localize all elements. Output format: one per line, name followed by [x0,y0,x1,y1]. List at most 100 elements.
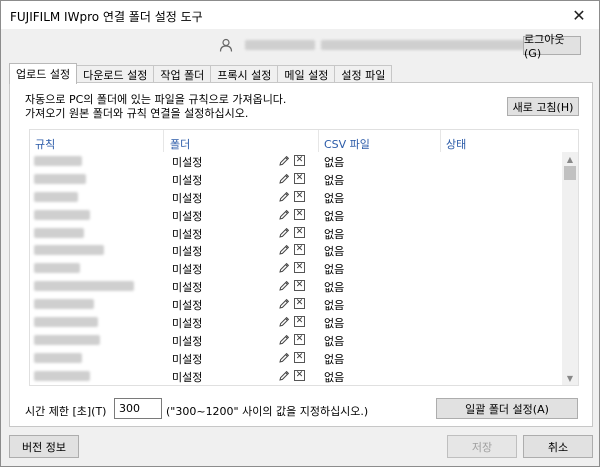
csv-cell: 없음 [324,352,345,366]
clear-folder-icon[interactable]: ✕ [294,226,305,238]
table-row[interactable]: 미설정 ✕ 없음 [30,224,564,242]
clear-folder-icon[interactable]: ✕ [294,208,305,220]
csv-cell: 없음 [324,173,345,187]
folder-cell: 미설정 [172,191,203,205]
rule-name-redacted [34,299,94,310]
edit-pencil-icon[interactable] [278,352,290,364]
table-row[interactable]: 미설정 ✕ 없음 [30,295,564,313]
rules-table: 규칙 폴더 CSV 파일 상태 미설정 ✕ 없음 미설정 ✕ 없음 미설정 ✕ 없음 미설정 ✕ 없음… [29,129,579,386]
column-header-folder[interactable]: 폴더 [170,136,190,152]
rule-name-redacted [34,245,104,256]
folder-cell: 미설정 [172,156,203,169]
description-line-2: 가져오기 원본 폴더와 규칙 연결을 설정하십시오. [25,107,249,120]
table-header: 규칙 폴더 CSV 파일 상태 [30,130,564,152]
folder-cell: 미설정 [172,227,203,241]
table-row[interactable]: 미설정 ✕ 없음 [30,331,564,349]
edit-pencil-icon[interactable] [278,262,290,274]
clear-folder-icon[interactable]: ✕ [294,316,305,328]
csv-cell: 없음 [324,317,345,331]
tab-upload-settings[interactable]: 업로드 설정 [9,63,78,84]
edit-pencil-icon[interactable] [278,316,290,328]
clear-folder-icon[interactable]: ✕ [294,298,305,310]
csv-cell: 없음 [324,299,345,313]
table-row[interactable]: 미설정 ✕ 없음 [30,241,564,259]
version-info-button[interactable]: 버전 정보 [9,435,79,458]
folder-cell: 미설정 [172,299,203,313]
time-limit-input[interactable] [114,398,162,419]
edit-pencil-icon[interactable] [278,298,290,310]
folder-cell: 미설정 [172,173,203,187]
clear-folder-icon[interactable]: ✕ [294,190,305,202]
table-row[interactable]: 미설정 ✕ 없음 [30,277,564,295]
csv-cell: 없음 [324,156,345,169]
csv-cell: 없음 [324,370,345,384]
folder-cell: 미설정 [172,370,203,384]
app-window: FUJIFILM IWpro 연결 폴더 설정 도구 ✕ 로그아웃(G) 업로드… [0,0,600,467]
rule-name-redacted [34,281,134,292]
edit-pencil-icon[interactable] [278,244,290,256]
rule-name-redacted [34,173,86,184]
cancel-button[interactable]: 취소 [523,435,593,458]
table-row[interactable]: 미설정 ✕ 없음 [30,259,564,277]
time-limit-label: 시간 제한 [초](T) [25,405,107,418]
rule-name-redacted [34,263,80,274]
column-header-status[interactable]: 상태 [446,136,466,152]
edit-pencil-icon[interactable] [278,173,290,185]
clear-folder-icon[interactable]: ✕ [294,351,305,363]
column-header-rule[interactable]: 규칙 [35,136,55,152]
scroll-down-icon[interactable]: ▼ [562,371,578,385]
time-limit-hint: ("300~1200" 사이의 값을 지정하십시오.) [166,405,369,418]
clear-folder-icon[interactable]: ✕ [294,280,305,292]
csv-cell: 없음 [324,227,345,241]
rule-name-redacted [34,334,100,345]
csv-cell: 없음 [324,245,345,259]
logout-button[interactable]: 로그아웃(G) [523,33,581,60]
scroll-up-icon[interactable]: ▲ [562,152,578,166]
edit-pencil-icon[interactable] [278,227,290,239]
clear-folder-icon[interactable]: ✕ [294,333,305,345]
table-row[interactable]: 미설정 ✕ 없음 [30,367,564,385]
edit-pencil-icon[interactable] [278,334,290,346]
edit-pencil-icon[interactable] [278,209,290,221]
clear-folder-icon[interactable]: ✕ [294,244,305,256]
table-row[interactable]: 미설정 ✕ 없음 [30,188,564,206]
rule-name-redacted [34,209,90,220]
column-header-csv[interactable]: CSV 파일 [324,136,370,152]
bulk-folder-setting-button[interactable]: 일괄 폴더 설정(A) [436,398,578,419]
clear-folder-icon[interactable]: ✕ [294,155,305,166]
folder-cell: 미설정 [172,317,203,331]
rule-name-redacted [34,227,84,238]
user-email-redacted [321,40,526,50]
folder-cell: 미설정 [172,245,203,259]
folder-cell: 미설정 [172,334,203,348]
clear-folder-icon[interactable]: ✕ [294,172,305,184]
table-row[interactable]: 미설정 ✕ 없음 [30,313,564,331]
table-rows: 미설정 ✕ 없음 미설정 ✕ 없음 미설정 ✕ 없음 미설정 ✕ 없음 미설정 ✕ 없음 미설정 ✕ 없음 미설정 ✕… [30,152,564,385]
folder-cell: 미설정 [172,263,203,277]
table-scrollbar[interactable]: ▲ ▼ [562,152,578,385]
clear-folder-icon[interactable]: ✕ [294,369,305,381]
save-button[interactable]: 저장 [447,435,517,458]
folder-cell: 미설정 [172,209,203,223]
table-row[interactable]: 미설정 ✕ 없음 [30,170,564,188]
csv-cell: 없음 [324,334,345,348]
window-title: FUJIFILM IWpro 연결 폴더 설정 도구 [10,10,203,24]
edit-pencil-icon[interactable] [278,370,290,382]
clear-folder-icon[interactable]: ✕ [294,262,305,274]
close-button[interactable]: ✕ [559,1,599,29]
user-name-redacted [245,40,315,50]
edit-pencil-icon[interactable] [278,280,290,292]
folder-cell: 미설정 [172,281,203,295]
user-icon [219,38,233,52]
rule-name-redacted [34,317,98,328]
edit-pencil-icon[interactable] [278,155,290,167]
edit-pencil-icon[interactable] [278,191,290,203]
table-row[interactable]: 미설정 ✕ 없음 [30,152,564,170]
user-info [219,37,526,53]
csv-cell: 없음 [324,281,345,295]
table-row[interactable]: 미설정 ✕ 없음 [30,206,564,224]
scroll-thumb[interactable] [564,166,576,180]
rule-name-redacted [34,191,78,202]
refresh-button[interactable]: 새로 고침(H) [507,97,579,116]
table-row[interactable]: 미설정 ✕ 없음 [30,349,564,367]
